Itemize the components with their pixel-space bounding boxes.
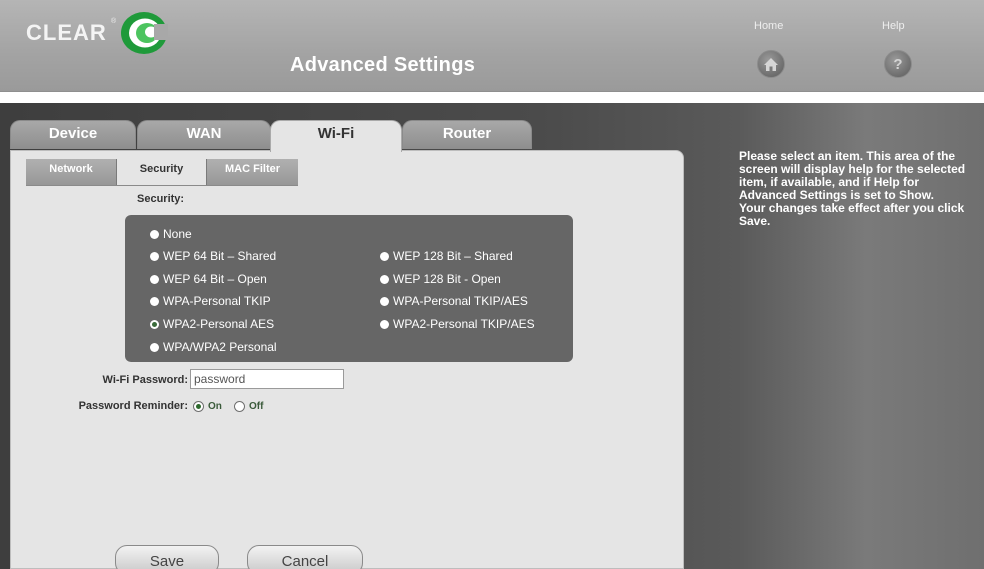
radio-icon[interactable] [150, 251, 159, 261]
clear-logo-icon [121, 12, 168, 54]
subtab-security[interactable]: Security [117, 159, 206, 185]
radio-icon[interactable] [380, 251, 389, 261]
reminder-off-label[interactable]: Off [249, 401, 263, 412]
security-option-label: WPA2-Personal AES [163, 317, 275, 331]
radio-icon[interactable] [150, 342, 159, 352]
tab-router[interactable]: Router [402, 120, 532, 149]
home-button[interactable] [757, 50, 785, 78]
help-text: Please select an item. This area of the … [739, 149, 966, 202]
radio-icon[interactable] [380, 296, 389, 306]
radio-selected-icon[interactable] [150, 319, 159, 329]
brand-logo-text: CLEAR [26, 20, 107, 45]
radio-icon[interactable] [380, 274, 389, 284]
radio-icon[interactable] [380, 319, 389, 329]
security-option-wpa-tkip[interactable]: WPA-Personal TKIP [150, 294, 271, 308]
security-option-wep64-shared[interactable]: WEP 64 Bit – Shared [150, 249, 276, 263]
security-option-label: None [163, 227, 192, 241]
wifi-password-input[interactable] [190, 369, 344, 389]
help-panel: Please select an item. This area of the … [739, 150, 971, 228]
security-section-label: Security: [137, 193, 185, 205]
wifi-password-label: Wi-Fi Password: [102, 374, 188, 386]
subtab-network[interactable]: Network [26, 159, 116, 185]
security-option-label: WEP 64 Bit – Shared [163, 249, 277, 263]
save-button[interactable]: Save [115, 545, 219, 569]
security-option-wep64-open[interactable]: WEP 64 Bit – Open [150, 272, 267, 286]
security-option-label: WEP 128 Bit - Open [393, 272, 501, 286]
radio-icon[interactable] [150, 296, 159, 306]
security-option-label: WPA-Personal TKIP/AES [393, 294, 528, 308]
security-option-label: WPA/WPA2 Personal [163, 340, 277, 354]
radio-icon[interactable] [150, 229, 159, 239]
security-option-label: WEP 128 Bit – Shared [393, 249, 513, 263]
brand-trademark: ® [111, 18, 117, 25]
reminder-off-radio[interactable] [234, 401, 245, 412]
header-separator [0, 93, 984, 103]
help-button[interactable]: ? [884, 50, 912, 78]
home-icon [764, 57, 778, 71]
tab-device[interactable]: Device [10, 120, 136, 149]
security-option-label: WEP 64 Bit – Open [163, 272, 267, 286]
security-option-wpa-tkip-aes[interactable]: WPA-Personal TKIP/AES [380, 294, 528, 308]
help-label[interactable]: Help [882, 20, 905, 32]
security-option-wep128-open[interactable]: WEP 128 Bit - Open [380, 272, 501, 286]
security-option-wpa2-tkip-aes[interactable]: WPA2-Personal TKIP/AES [380, 317, 535, 331]
header-bar: CLEAR ® Advanced Settings Home Help ? [0, 0, 984, 92]
page-title: Advanced Settings [290, 54, 476, 76]
security-option-wpa2-aes[interactable]: WPA2-Personal AES [150, 317, 274, 331]
tab-wan[interactable]: WAN [137, 120, 271, 149]
reminder-on-label[interactable]: On [208, 401, 222, 412]
home-label[interactable]: Home [754, 20, 783, 32]
reminder-on-radio[interactable] [193, 401, 204, 412]
cancel-button[interactable]: Cancel [247, 545, 363, 569]
password-reminder-label: Password Reminder: [78, 400, 188, 412]
security-option-wep128-shared[interactable]: WEP 128 Bit – Shared [380, 249, 513, 263]
subtab-underline [26, 185, 298, 186]
question-icon: ? [893, 55, 903, 73]
security-option-wpa-wpa2[interactable]: WPA/WPA2 Personal [150, 340, 277, 354]
radio-icon[interactable] [150, 274, 159, 284]
security-option-label: WPA2-Personal TKIP/AES [393, 317, 535, 331]
security-option-label: WPA-Personal TKIP [163, 294, 271, 308]
tab-wifi[interactable]: Wi-Fi [270, 120, 402, 152]
security-option-none[interactable]: None [150, 227, 192, 241]
subtab-mac-filter[interactable]: MAC Filter [207, 159, 298, 185]
help-note: Your changes take effect after you click… [739, 201, 965, 228]
